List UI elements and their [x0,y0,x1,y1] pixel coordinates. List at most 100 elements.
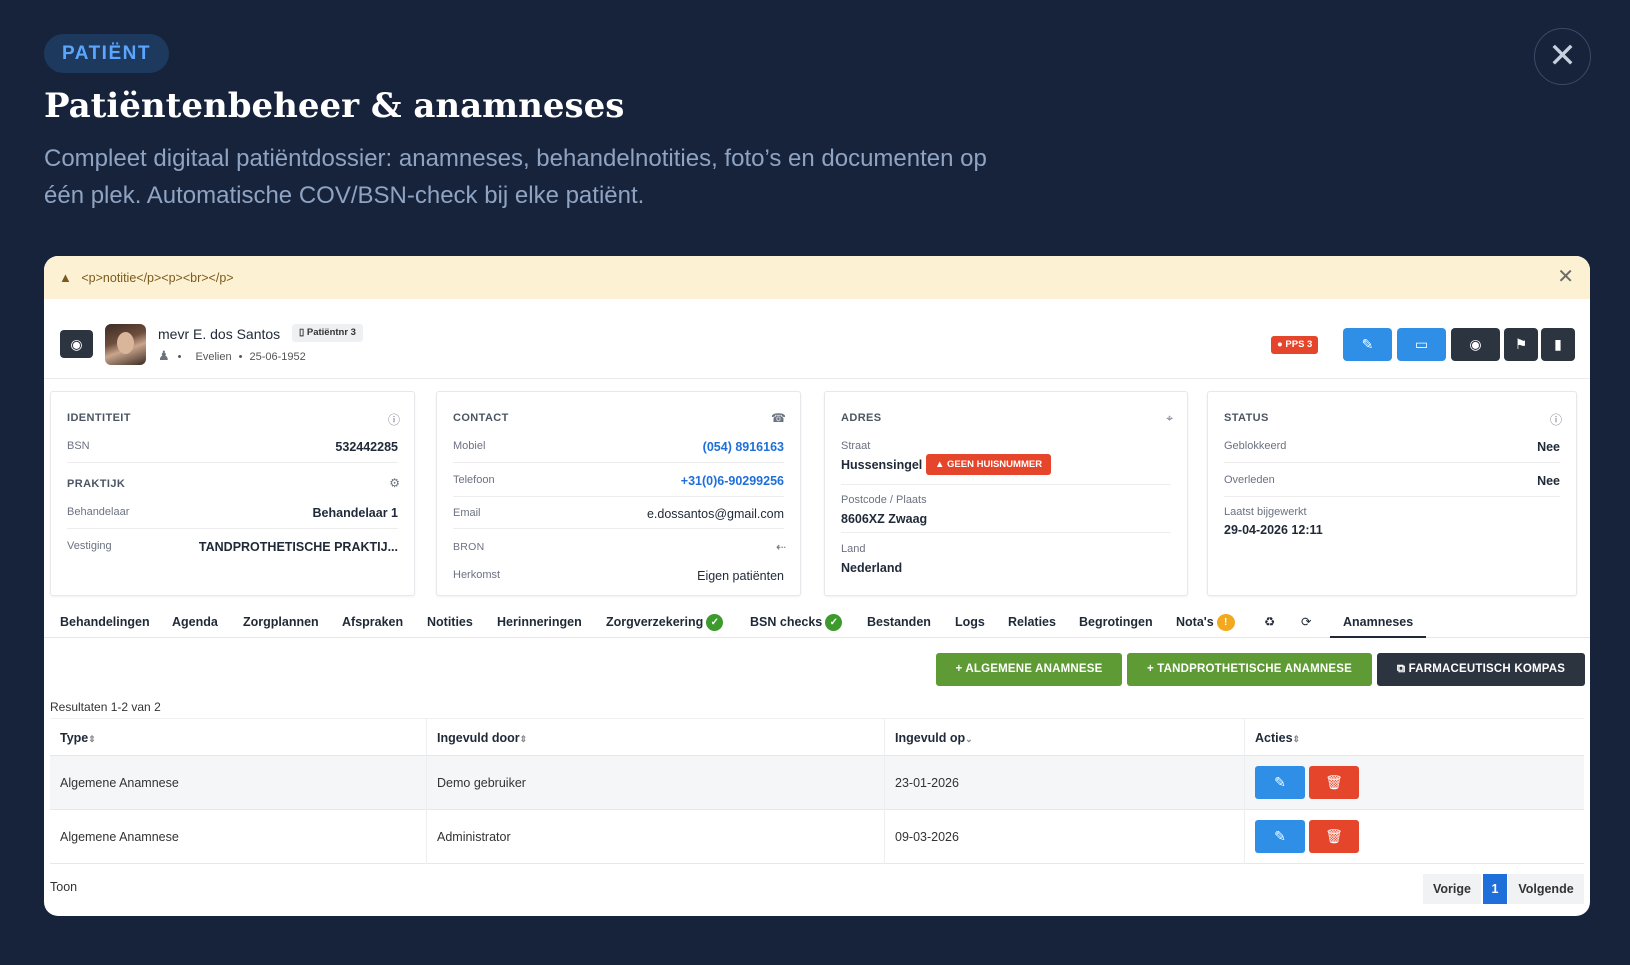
edit-button[interactable]: ✎ [1255,820,1305,853]
tab-relaties[interactable]: Relaties [1008,606,1056,638]
delete-button[interactable]: 🗑 [1309,766,1359,799]
results-count: Resultaten 1-2 van 2 [50,700,161,714]
tab-zorgverzekering-label: Zorgverzekering [606,615,704,629]
subtitle-line-1: Compleet digitaal patiëntdossier: anamne… [44,145,987,172]
patient-birthdate: 25-06-1952 [249,351,306,363]
behandelaar-value: Behandelaar 1 [312,506,398,520]
tab-afspraken[interactable]: Afspraken [342,606,403,638]
gear-icon[interactable]: ⚙ [389,476,400,490]
postcode-value: 8606XZ Zwaag [841,512,928,526]
alert-text: <p>notitie</p><p><br></p> [81,271,234,285]
geblokkeerd-label: Geblokkeerd [1224,440,1287,452]
tab-agenda[interactable]: Agenda [172,606,218,638]
external-link-icon: ⧉ [1396,663,1409,675]
patient-tabs: Behandelingen Agenda Zorgplannen Afsprak… [44,606,1590,638]
flag-dropdown-button[interactable]: ⚑ [1504,328,1538,361]
page-title: Patiëntenbeheer & anamneses [44,86,625,126]
id-card-icon: ▭ [1414,336,1429,352]
patient-first-name: Evelien [195,351,232,363]
trash-icon: 🗑 [1325,828,1343,844]
tab-anamneses[interactable]: Anamneses [1330,606,1427,638]
edit-patient-button[interactable]: ✎ [1343,328,1392,361]
identity-title: IDENTITEIT [67,412,131,424]
col-type[interactable]: Type⇕ [50,719,426,757]
patient-meta: ♟ • Evelien • 25-06-1952 [158,348,306,363]
info-icon: ⓘ [387,413,400,427]
eye-icon: ◉ [1469,336,1482,352]
overleden-value: Nee [1537,474,1560,488]
col-acties-label: Acties [1255,731,1293,745]
person-icon: ♟ [158,348,170,363]
flag-icon: ⚑ [1514,336,1528,352]
page-subtitle: Compleet digitaal patiëntdossier: anamne… [44,140,1044,214]
practice-title: PRAKTIJK [67,478,126,490]
table-header: Type⇕ Ingevuld door⇕ Ingevuld op⌄ Acties… [50,718,1584,757]
trash-icon: 🗑 [1325,774,1343,790]
farmaceutisch-kompas-label: FARMACEUTISCH KOMPAS [1408,663,1566,675]
page-1-button[interactable]: 1 [1483,874,1507,904]
sort-icon: ⇕ [88,734,96,744]
email-value: e.dossantos@gmail.com [646,507,784,521]
herkomst-value: Eigen patiënten [697,569,784,583]
sort-icon: ⇕ [1292,734,1301,744]
no-housenumber-text: GEEN HUISNUMMER [947,459,1043,470]
next-page-button[interactable]: Volgende [1508,874,1584,904]
tab-behandelingen[interactable]: Behandelingen [60,606,150,638]
tab-bestanden[interactable]: Bestanden [867,606,931,638]
add-tandprothetische-anamnese-button[interactable]: + TANDPROTHETISCHE ANAMNESE [1127,653,1372,686]
straat-label: Straat [841,440,871,452]
tab-logs[interactable]: Logs [955,606,985,638]
bsn-value: 532442285 [335,440,398,454]
slide-background: PATIËNT Patiëntenbeheer & anamneses Comp… [0,0,1630,965]
tab-zorgplannen[interactable]: Zorgplannen [243,606,319,638]
delete-button[interactable]: 🗑 [1309,820,1359,853]
tab-zorgverzekering[interactable]: Zorgverzekering ✓ [606,606,724,638]
farmaceutisch-kompas-button[interactable]: ⧉ FARMACEUTISCH KOMPAS [1377,653,1585,686]
close-alert-icon[interactable]: ✕ [1557,256,1574,299]
col-ingevuld-door[interactable]: Ingevuld door⇕ [426,719,884,757]
document-dropdown-button[interactable]: ▮ [1541,328,1575,361]
telefoon-label: Telefoon [453,474,495,486]
col-acties[interactable]: Acties⇕ [1244,719,1584,757]
page-size-label[interactable]: Toon [50,880,77,894]
card-button[interactable]: ▭ [1397,328,1446,361]
telefoon-link[interactable]: +31(0)6-90299256 [681,474,784,488]
cell-ingevuld-door: Administrator [426,810,884,864]
tab-begrotingen[interactable]: Begrotingen [1079,606,1153,638]
mobiel-link[interactable]: (054) 8916163 [703,440,784,454]
view-eye-button[interactable]: ◉ [60,330,93,358]
table-row: Algemene Anamnese Administrator 09-03-20… [50,810,1584,864]
identity-card: IDENTITEIT ⓘ BSN 532442285 PRAKTIJK ⚙ Be… [50,391,415,596]
close-modal-button[interactable]: ✕ [1534,28,1591,85]
tab-bsn-checks[interactable]: BSN checks ✓ [750,606,843,638]
tab-notities[interactable]: Notities [427,606,473,638]
cell-acties: ✎ 🗑 [1244,810,1584,864]
tab-herinneringen[interactable]: Herinneringen [497,606,582,638]
tab-bsn-checks-label: BSN checks [750,615,823,629]
address-title: ADRES [841,412,882,424]
info-icon: ⓘ [1549,413,1562,427]
pps-badge: ● PPS 3 [1271,336,1319,354]
check-icon: ✓ [706,614,724,632]
add-algemene-anamnese-button[interactable]: + ALGEMENE ANAMNESE [936,653,1122,686]
pps-text: PPS 3 [1285,339,1313,350]
patient-number-badge: ▯ Patiëntnr 3 [292,324,363,342]
no-housenumber-badge: ▲ GEEN HUISNUMMER [926,454,1052,475]
tab-sync[interactable]: ⟳ [1301,606,1311,638]
preview-button[interactable]: ◉ [1451,328,1500,361]
tab-notas[interactable]: Nota's! [1176,606,1235,638]
cell-ingevuld-door: Demo gebruiker [426,756,884,810]
geblokkeerd-value: Nee [1537,440,1560,454]
tab-recycle[interactable]: ♻ [1264,606,1275,638]
sync-icon: ⟳ [1301,615,1312,629]
cell-ingevuld-op: 23-01-2026 [884,756,1244,810]
status-card: STATUS ⓘ Geblokkeerd Nee Overleden Nee L… [1207,391,1577,596]
previous-page-button[interactable]: Vorige [1423,874,1481,904]
sort-desc-icon: ⌄ [965,734,973,744]
patient-header: ◉ mevr E. dos Santos ▯ Patiëntnr 3 ♟ • Eve… [44,299,1590,379]
postcode-label: Postcode / Plaats [841,494,927,506]
contact-title: CONTACT [453,412,509,424]
col-ingevuld-op[interactable]: Ingevuld op⌄ [884,719,1244,757]
edit-button[interactable]: ✎ [1255,766,1305,799]
straat-value: Hussensingel [841,458,923,472]
